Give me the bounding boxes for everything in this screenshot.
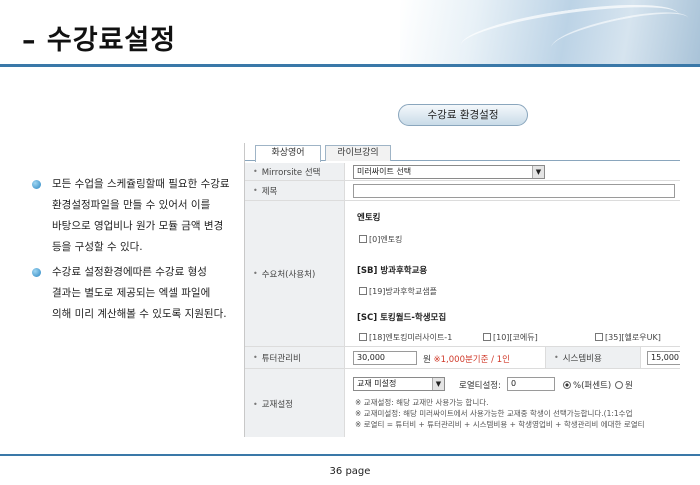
footer-divider: [0, 454, 700, 456]
label-source: • 수요처(사용처): [245, 201, 345, 346]
tab-bar: 화상영어 라이브강의: [245, 143, 680, 162]
group-title: 엔토킹: [357, 213, 381, 223]
row-tutor-fee: • 튜터관리비 30,000 원 ※1,000분기준 / 1인 • 시스템비용 15…: [245, 347, 680, 369]
bullet-dot-icon: [32, 180, 41, 189]
tutor-fee-input[interactable]: 30,000: [353, 351, 417, 365]
radio-checked-icon: [563, 381, 571, 389]
bullet-text: 수강료 설정환경에따른 수강료 형성 결과는 별도로 제공되는 엑셀 파일에 의…: [52, 266, 227, 320]
row-textbook: • 교재설정 교재 미설정 ▼ 로열티설정: 0 %(퍼센트) 원 ※ 교재설정:…: [245, 369, 680, 437]
royalty-won-radio[interactable]: 원: [615, 379, 633, 391]
label-title: • 제목: [245, 181, 345, 200]
checkbox-icon: [359, 287, 367, 295]
chevron-down-icon: ▼: [532, 166, 544, 178]
source-checkbox[interactable]: [18]엔토킹미러사이트-1: [359, 332, 452, 343]
checkbox-icon: [359, 333, 367, 341]
tab-video-english[interactable]: 화상영어: [255, 145, 321, 162]
checkbox-icon: [595, 333, 603, 341]
mirrorsite-select[interactable]: 미러싸이트 선택 ▼: [353, 165, 545, 179]
source-checkbox[interactable]: [10][코에듀]: [483, 332, 538, 343]
row-mirrorsite: • Mirrorsite 선택 미러싸이트 선택 ▼: [245, 163, 680, 181]
checkbox-icon: [483, 333, 491, 341]
source-checkbox[interactable]: [19]방과후학교샘플: [359, 286, 437, 297]
section-label: 수강료 환경설정: [398, 104, 528, 126]
royalty-label: 로열티설정:: [459, 381, 501, 391]
textbook-note: ※ 교재설정: 해당 교재만 사용가능 합니다.: [355, 398, 489, 407]
bullet-text: 모든 수업을 스케쥴링할때 필요한 수강료 환경설정파일을 만들 수 있어서 이…: [52, 178, 230, 253]
textbook-select[interactable]: 교재 미설정 ▼: [353, 377, 445, 391]
group-title: [SB] 방과후학교용: [357, 266, 428, 276]
group-title: [SC] 토킹월드-학생모집: [357, 313, 447, 323]
row-title: • 제목: [245, 181, 680, 201]
label-textbook: • 교재설정: [245, 369, 345, 437]
label-system-fee: • 시스템비용: [545, 347, 641, 368]
tutor-fee-unit: 원 ※1,000분기준 / 1인: [423, 355, 510, 365]
royalty-percent-radio[interactable]: %(퍼센트): [563, 379, 611, 391]
source-checkbox[interactable]: [0]엔토킹: [359, 234, 402, 245]
checkbox-icon: [359, 235, 367, 243]
textbook-note: ※ 교재미설정: 해당 미러싸이트에서 사용가능한 교재중 학생이 선택가능합니…: [355, 409, 633, 418]
header-decoration-image: [400, 0, 700, 66]
royalty-input[interactable]: 0: [507, 377, 555, 391]
source-checkbox[interactable]: [35][헬로우UK]: [595, 332, 661, 343]
tab-live-lecture[interactable]: 라이브강의: [325, 145, 391, 161]
row-source: • 수요처(사용처) 엔토킹 [0]엔토킹 [SB] 방과후학교용 [19]방과후…: [245, 201, 680, 347]
label-mirrorsite: • Mirrorsite 선택: [245, 163, 345, 180]
page-title: – 수강료설정: [22, 25, 177, 56]
radio-icon: [615, 381, 623, 389]
page-number: 36 page: [329, 466, 371, 477]
label-tutor-fee: • 튜터관리비: [245, 347, 345, 368]
bullet-dot-icon: [32, 268, 41, 277]
settings-panel: 화상영어 라이브강의 • Mirrorsite 선택 미러싸이트 선택 ▼ • 제목…: [244, 143, 680, 437]
chevron-down-icon: ▼: [432, 378, 444, 390]
bullet-item: 수강료 설정환경에따른 수강료 형성 결과는 별도로 제공되는 엑셀 파일에 의…: [32, 262, 232, 325]
bullet-item: 모든 수업을 스케쥴링할때 필요한 수강료 환경설정파일을 만들 수 있어서 이…: [32, 174, 232, 258]
header-divider: [0, 64, 700, 67]
title-input[interactable]: [353, 184, 675, 198]
textbook-note: ※ 로열티 = 튜터비 + 튜터관리비 + 시스템비용 + 학생영업비 + 학생…: [355, 420, 645, 429]
system-fee-input[interactable]: 15,000: [647, 351, 680, 365]
bullet-list: 모든 수업을 스케쥴링할때 필요한 수강료 환경설정파일을 만들 수 있어서 이…: [32, 174, 232, 329]
header: – 수강료설정: [0, 0, 700, 66]
